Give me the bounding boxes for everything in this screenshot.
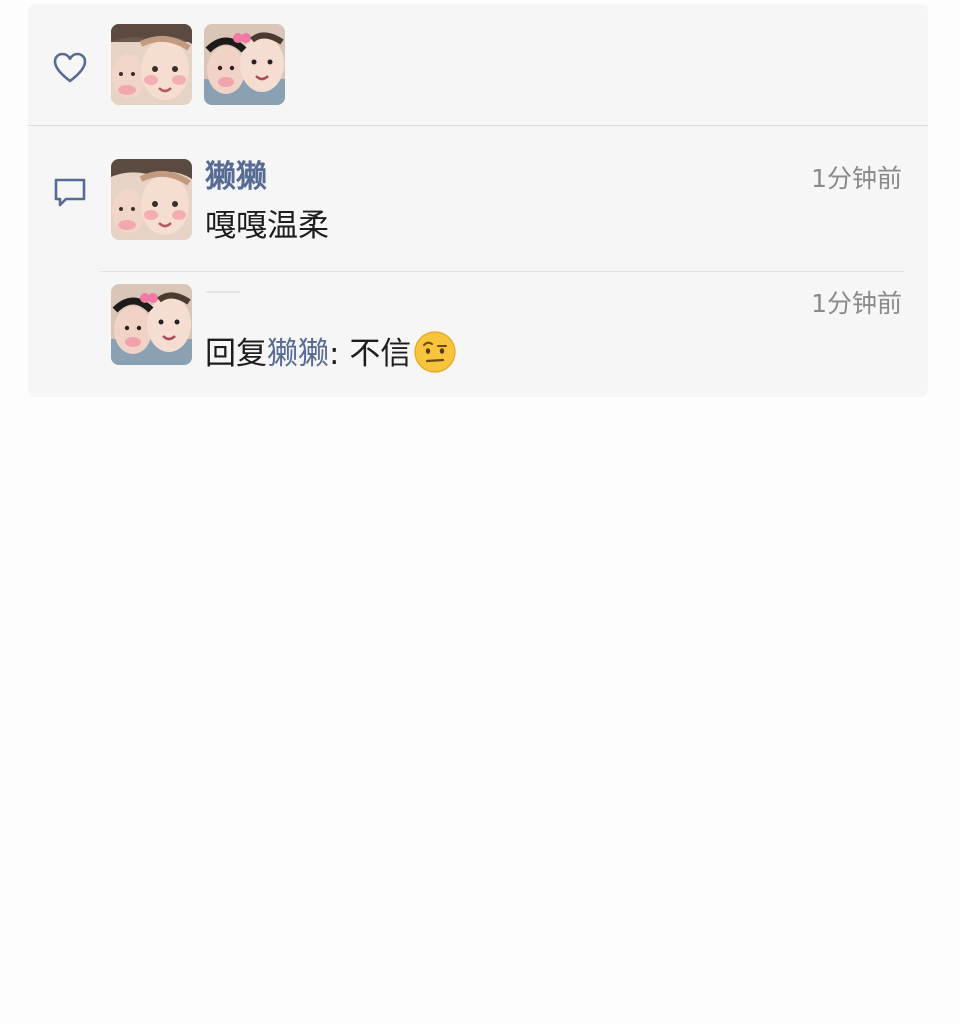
like-avatar-1[interactable] [111,24,192,105]
reply-to-username[interactable]: 獭獭 [267,336,329,372]
comment-time: 1分钟前 [811,164,902,193]
redacted-username [206,291,240,293]
likes-row [28,4,928,126]
comment-avatar-1[interactable] [111,159,192,240]
comment-text: 嘎嘎温柔 [205,208,329,244]
reply-text-line: 回复獭獭: 不信 [205,330,457,375]
comment-username[interactable]: 獭獭 [205,157,267,197]
reply-time: 1分钟前 [811,289,902,318]
moment-interaction-card: 獭獭 1分钟前 嘎嘎温柔 1分钟前 回复獭獭: 不信 [28,4,928,397]
heart-icon [53,52,87,83]
reply-prefix: 回复 [205,336,267,372]
comment-icon [54,178,86,207]
reply-separator: : [329,336,350,372]
reply-avatar[interactable] [111,284,192,365]
comment-divider [100,271,904,272]
like-avatar-2[interactable] [204,24,285,105]
raised-eyebrow-emoji-icon [414,331,456,373]
reply-text: 不信 [349,336,412,372]
